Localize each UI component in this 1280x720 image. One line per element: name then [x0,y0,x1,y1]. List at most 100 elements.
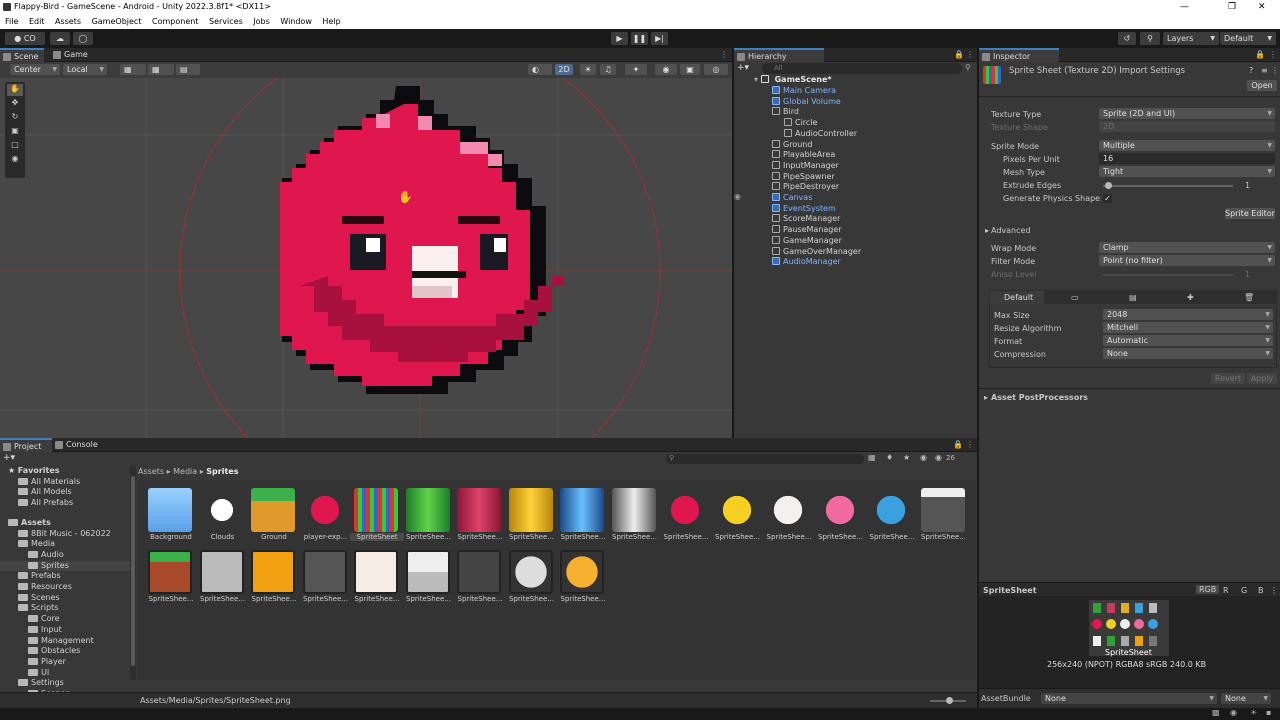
collab-button[interactable]: ◯ [73,32,93,45]
filter-type-icon[interactable]: ▦ [868,453,876,462]
mesh-type-dropdown[interactable]: Tight ▼ [1099,166,1275,177]
history-button[interactable]: ↺ [1118,32,1136,45]
lock-icon[interactable]: 🔒 [1255,50,1265,59]
filter-mode-dropdown[interactable]: Point (no filter) ▼ [1099,255,1275,266]
add-object-button[interactable]: +▾ [737,63,749,73]
folder-tree-item[interactable]: Prefabs [0,571,130,581]
pause-button[interactable]: ❚❚ [631,32,648,45]
effects-toggle[interactable]: ✦ [625,64,647,75]
bird-sprite[interactable] [280,86,564,422]
tab-inspector[interactable]: Inspector [979,48,1059,62]
tab-project[interactable]: Project [0,438,52,452]
search-button[interactable]: ⚲ [1140,32,1160,45]
hidden-eye-icon[interactable]: ◉ [935,453,942,462]
account-button[interactable]: ● CO [5,32,45,45]
asset-item[interactable]: SpriteShee... [453,550,503,610]
folder-tree-item[interactable]: Player [0,657,130,667]
advanced-foldout[interactable]: Advanced [991,226,1031,235]
hierarchy-item[interactable]: GameOverManager [772,246,861,257]
layers-dropdown[interactable]: Layers ▼ [1163,32,1219,45]
max-size-dropdown[interactable]: 2048 ▼ [1103,309,1273,320]
asset-item[interactable]: SpriteShee... [608,488,658,548]
lock-icon[interactable]: 🔒 [953,440,963,449]
asset-item[interactable]: SpriteShee... [659,488,709,548]
hierarchy-item[interactable]: PauseManager [772,225,842,235]
gizmos-button[interactable]: ◎ [704,64,728,75]
menu-assets[interactable]: Assets [55,17,81,26]
progress-icon[interactable]: ▩ [1212,708,1220,717]
rect-tool-icon[interactable]: □ [7,140,23,152]
asset-item[interactable]: SpriteShee... [505,550,555,610]
hierarchy-item[interactable]: GameManager [772,235,842,246]
hierarchy-item[interactable]: Circle [784,118,817,128]
maximize-button[interactable]: ❐ [1228,0,1236,14]
folder-tree-item[interactable]: Media [0,539,130,549]
hierarchy-item[interactable]: InputManager [772,160,839,171]
hierarchy-item[interactable]: EventSystem [772,203,836,214]
hierarchy-item[interactable]: ScoreManager [772,214,840,224]
folder-tree-item[interactable]: Management [0,636,130,646]
menu-window[interactable]: Window [280,17,312,26]
revert-button[interactable]: Revert [1211,373,1245,384]
channel-g-button[interactable]: G [1241,586,1247,595]
asset-item[interactable]: SpriteShee... [453,488,503,548]
asset-item[interactable]: SpriteShee... [247,550,297,610]
asset-item[interactable]: SpriteShee... [299,550,349,610]
asset-item[interactable]: SpriteShee... [505,488,555,548]
increment-snap-button[interactable]: ▤ [176,64,200,75]
visibility-toggle[interactable]: ◉ [655,64,677,75]
tab-game[interactable]: Game [50,48,94,62]
channel-b-button[interactable]: B [1258,586,1264,595]
folder-tree-item[interactable]: All Materials [0,477,130,487]
scene-viewport[interactable]: ✋ ✥ ↻ ▣ □ ◉ ✋ [0,78,732,438]
breadcrumb-sprites[interactable]: Sprites [206,467,238,476]
transform-tool-icon[interactable]: ◉ [7,154,23,166]
extrude-slider-track[interactable] [1103,185,1233,187]
breadcrumb-assets[interactable]: Assets [138,467,164,476]
trash-icon[interactable]: 🗑 [1244,293,1254,302]
chevron-right-icon[interactable]: ▸ [984,393,988,402]
tab-scene[interactable]: Scene [0,48,45,62]
channel-rgb-button[interactable]: RGB [1196,585,1220,594]
asset-item[interactable]: SpriteShee... [196,550,246,610]
asset-item[interactable]: SpriteShee... [144,550,194,610]
ppu-field[interactable]: 16 [1099,153,1275,164]
asset-item[interactable]: SpriteSheet [350,488,404,548]
monitor-icon[interactable]: ▭ [1071,293,1079,302]
folder-tree-item[interactable]: Settings [0,678,130,688]
asset-item[interactable]: SpriteShee... [917,488,967,548]
postprocessors-foldout[interactable]: Asset PostProcessors [991,393,1088,402]
folder-tree-item[interactable]: Scenes [0,593,130,603]
tab-console[interactable]: Console [52,438,112,452]
resize-dropdown[interactable]: Mitchell ▼ [1103,322,1273,333]
layout-dropdown[interactable]: Default ▼ [1220,32,1276,45]
visibility-eye-icon[interactable]: ◉ [734,192,744,201]
folder-tree-item[interactable]: All Models [0,487,130,497]
wrap-mode-dropdown[interactable]: Clamp ▼ [1099,242,1275,253]
channel-r-button[interactable]: R [1223,586,1229,595]
open-button[interactable]: Open [1247,80,1277,91]
favorite-icon[interactable]: ★ [903,453,910,462]
lighting-toggle[interactable]: ☀ [580,64,596,75]
asset-item[interactable]: SpriteShee... [711,488,761,548]
physics-checkbox[interactable]: ✓ [1103,194,1112,203]
folder-tree-item[interactable]: Assets [0,518,130,528]
lighting-icon[interactable]: ☀ [1250,708,1257,717]
folder-tree-item[interactable]: UI [0,668,130,678]
folder-tree-item[interactable]: Obstacles [0,646,130,656]
tab-default[interactable]: Default [990,291,1044,304]
search-options-icon[interactable]: ⚲ [965,63,971,72]
asset-item[interactable]: SpriteShee... [350,550,400,610]
shading-mode-button[interactable]: ◐ [528,64,552,75]
hierarchy-item[interactable]: AudioController [784,128,857,139]
more-icon[interactable]: ⋮ [1270,586,1278,595]
zoom-slider-thumb[interactable] [946,697,953,704]
menu-edit[interactable]: Edit [29,17,45,26]
package-visibility-icon[interactable]: ◉ [920,453,927,462]
folder-tree-item[interactable]: ★ Favorites [0,466,130,476]
asset-item[interactable]: SpriteShee... [402,488,452,548]
lock-icon[interactable]: 🔒 [954,50,964,59]
hierarchy-item[interactable]: PipeSpawner [772,171,835,182]
asset-item[interactable]: SpriteShee... [865,488,915,548]
hand-tool-icon[interactable]: ✋ [7,84,23,96]
